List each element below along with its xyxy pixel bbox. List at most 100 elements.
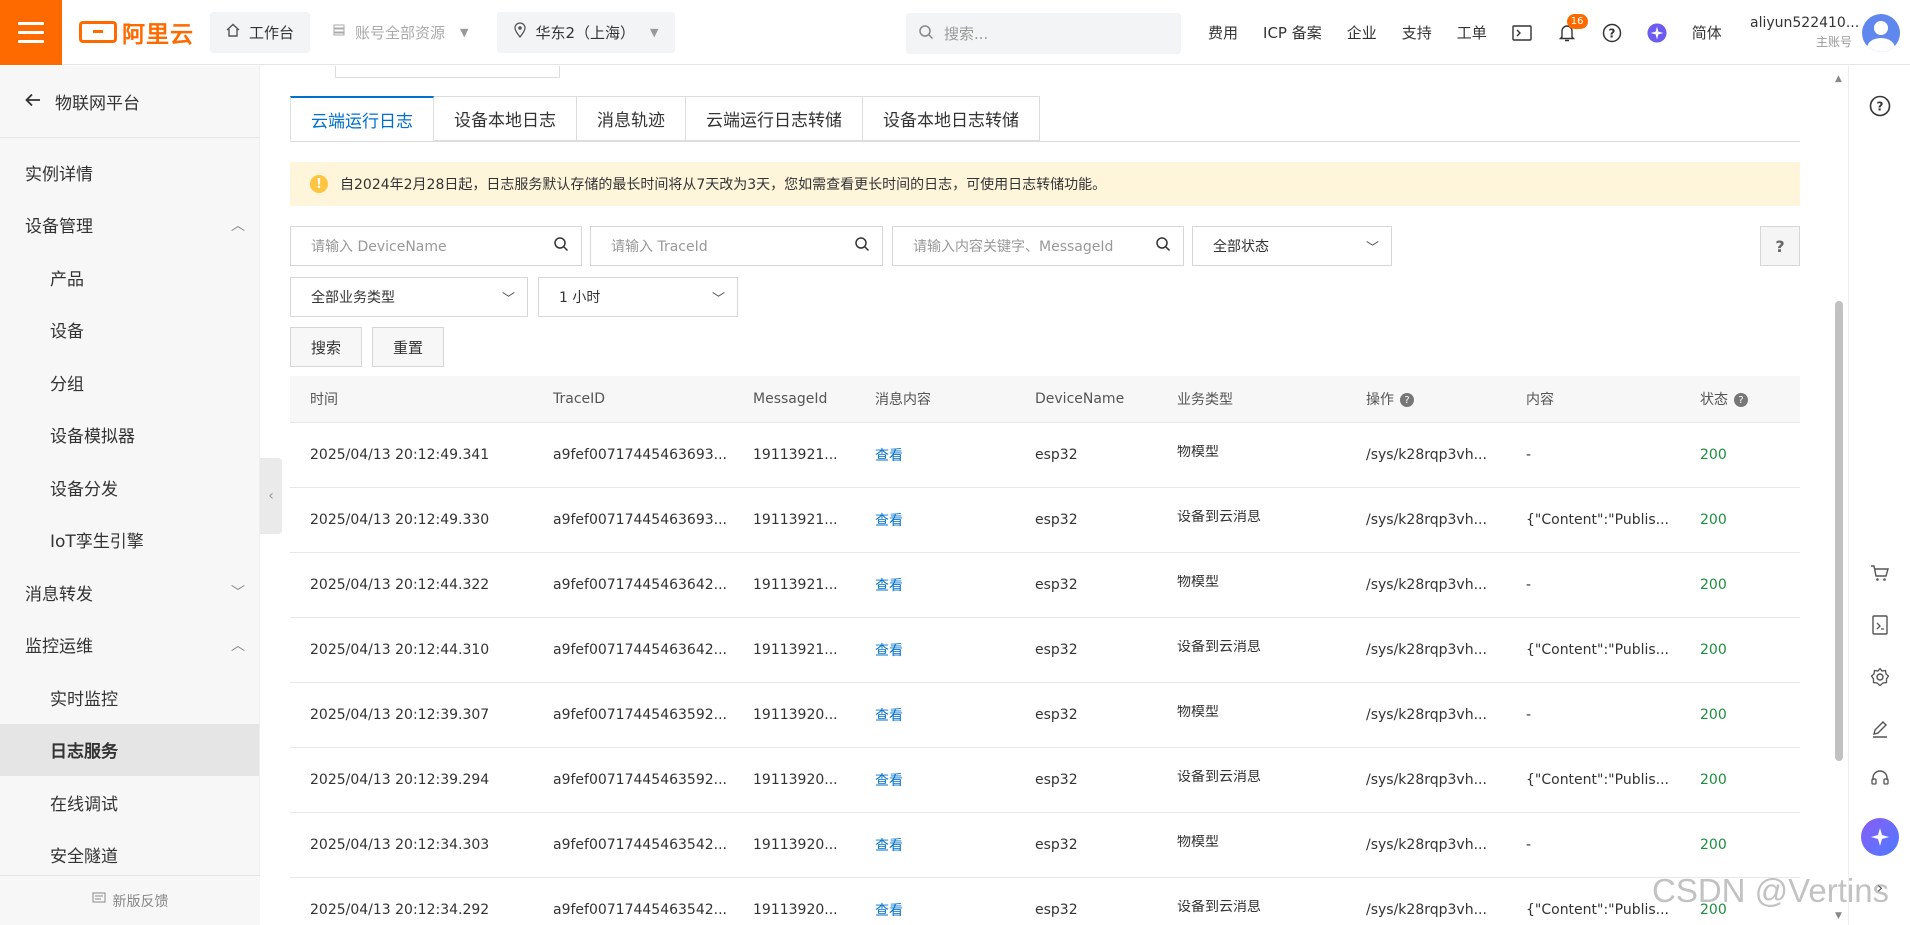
search-icon[interactable] bbox=[854, 236, 870, 256]
resources-dropdown[interactable]: 账号全部资源 ▼ bbox=[316, 11, 485, 53]
sidebar-item-log-service[interactable]: 日志服务 bbox=[0, 723, 259, 776]
bell-icon[interactable]: 16 bbox=[1557, 13, 1588, 43]
cell-operation: /sys/k28rqp3vh... bbox=[1346, 512, 1506, 528]
cell-view-link-text[interactable]: 查看 bbox=[875, 838, 903, 854]
cell-operation-text: /sys/k28rqp3vh... bbox=[1366, 772, 1487, 788]
time-range-select[interactable]: 1 小时 ﹀ bbox=[538, 277, 738, 317]
cell-trace-id-text: a9fef00717445463592... bbox=[553, 772, 728, 788]
status-select[interactable]: 全部状态 ﹀ bbox=[1192, 226, 1392, 266]
sidebar-item-products[interactable]: 产品 bbox=[0, 251, 259, 304]
sidebar-item-iot-twin[interactable]: IoT孪生引擎 bbox=[0, 514, 259, 567]
scroll-down-icon[interactable]: ▼ bbox=[1835, 911, 1842, 921]
cell-view-link[interactable]: 查看 bbox=[855, 575, 1015, 595]
sidebar-item-label: 设备模拟器 bbox=[50, 427, 135, 448]
link-billing[interactable]: 费用 bbox=[1208, 22, 1238, 43]
terminal-icon[interactable] bbox=[1512, 23, 1532, 43]
device-name-input[interactable]: 请输入 DeviceName bbox=[290, 226, 582, 266]
tab-cloud-log-dump[interactable]: 云端运行日志转储 bbox=[686, 96, 863, 141]
language-switch[interactable]: 简体 bbox=[1692, 22, 1722, 43]
tab-device-log-dump[interactable]: 设备本地日志转储 bbox=[863, 96, 1040, 141]
workbench-button[interactable]: 工作台 bbox=[210, 11, 311, 53]
cell-view-link-text[interactable]: 查看 bbox=[875, 513, 903, 529]
cell-view-link[interactable]: 查看 bbox=[855, 510, 1015, 530]
cart-icon[interactable] bbox=[1867, 560, 1893, 586]
help-icon[interactable]: ? bbox=[1734, 393, 1748, 407]
tab-cloud-logs[interactable]: 云端运行日志 bbox=[290, 96, 434, 141]
cell-view-link[interactable]: 查看 bbox=[855, 900, 1015, 920]
ai-assistant-icon[interactable] bbox=[1647, 22, 1667, 43]
cell-status: 200 bbox=[1680, 772, 1800, 788]
search-button[interactable]: 搜索 bbox=[290, 327, 362, 367]
sidebar-item-device-distribution[interactable]: 设备分发 bbox=[0, 461, 259, 514]
cell-status: 200 bbox=[1680, 837, 1800, 853]
region-dropdown[interactable]: 华东2（上海） ▼ bbox=[496, 11, 675, 53]
page-scrollbar[interactable]: ▲ ▼ bbox=[1832, 66, 1846, 925]
help-icon[interactable]: ? bbox=[1867, 93, 1893, 119]
cell-view-link[interactable]: 查看 bbox=[855, 445, 1015, 465]
sidebar-item-devices[interactable]: 设备 bbox=[0, 304, 259, 357]
sidebar-group-message-forwarding[interactable]: 消息转发 ﹀ bbox=[0, 566, 259, 619]
feedback-button[interactable]: 新版反馈 bbox=[0, 875, 260, 925]
help-icon[interactable]: ? bbox=[1400, 393, 1414, 407]
link-enterprise[interactable]: 企业 bbox=[1347, 22, 1377, 43]
cell-time-text: 2025/04/13 20:12:49.341 bbox=[310, 447, 490, 463]
cell-view-link-text[interactable]: 查看 bbox=[875, 773, 903, 789]
cell-time: 2025/04/13 20:12:49.330 bbox=[290, 512, 533, 528]
avatar[interactable] bbox=[1862, 14, 1900, 52]
cell-trace-id: a9fef00717445463693... bbox=[533, 512, 733, 528]
sidebar-item-instance-details[interactable]: 实例详情 bbox=[0, 146, 259, 199]
sidebar-item-realtime-monitor[interactable]: 实时监控 bbox=[0, 671, 259, 724]
cell-operation-text: /sys/k28rqp3vh... bbox=[1366, 902, 1487, 918]
aliyun-logo[interactable]: 阿里云 bbox=[79, 15, 204, 49]
customer-service-icon[interactable] bbox=[1867, 766, 1893, 792]
document-icon[interactable] bbox=[1867, 612, 1893, 638]
sidebar-group-monitoring[interactable]: 监控运维 ︿ bbox=[0, 619, 259, 672]
sidebar-item-groups[interactable]: 分组 bbox=[0, 356, 259, 409]
sidebar-group-device-management[interactable]: 设备管理 ︿ bbox=[0, 199, 259, 252]
time-range-value: 1 小时 bbox=[559, 290, 601, 306]
scrollbar-thumb[interactable] bbox=[1835, 301, 1843, 761]
cell-view-link[interactable]: 查看 bbox=[855, 705, 1015, 725]
cell-view-link-text[interactable]: 查看 bbox=[875, 578, 903, 594]
reset-button[interactable]: 重置 bbox=[372, 327, 444, 367]
sidebar-item-label: 安全隧道 bbox=[50, 847, 118, 868]
cell-view-link[interactable]: 查看 bbox=[855, 770, 1015, 790]
ai-assistant-icon[interactable] bbox=[1861, 818, 1899, 856]
cell-view-link-text[interactable]: 查看 bbox=[875, 448, 903, 464]
sidebar-item-online-debug[interactable]: 在线调试 bbox=[0, 776, 259, 829]
cell-business-type: 物模型 bbox=[1157, 575, 1346, 595]
tab-device-local-logs[interactable]: 设备本地日志 bbox=[434, 96, 577, 141]
global-search-input[interactable]: 搜索... bbox=[906, 13, 1181, 54]
help-icon[interactable]: ? bbox=[1602, 23, 1622, 43]
sidebar-item-device-simulator[interactable]: 设备模拟器 bbox=[0, 409, 259, 462]
sidebar-collapse-handle[interactable]: ‹ bbox=[260, 458, 282, 534]
col-message-content: 消息内容 bbox=[875, 392, 931, 408]
cell-content-text: {"Content":"Publis... bbox=[1526, 642, 1670, 658]
help-button[interactable]: ? bbox=[1760, 226, 1800, 266]
search-icon[interactable] bbox=[1155, 236, 1171, 256]
gear-icon[interactable] bbox=[1867, 664, 1893, 690]
sidebar-item-secure-tunnel[interactable]: 安全隧道 bbox=[0, 829, 259, 882]
cell-view-link[interactable]: 查看 bbox=[855, 835, 1015, 855]
search-icon[interactable] bbox=[553, 236, 569, 256]
sidebar-back-link[interactable]: 物联网平台 bbox=[0, 66, 259, 138]
cell-view-link[interactable]: 查看 bbox=[855, 640, 1015, 660]
link-ticket[interactable]: 工单 bbox=[1457, 22, 1487, 43]
cell-view-link-text[interactable]: 查看 bbox=[875, 643, 903, 659]
link-icp[interactable]: ICP 备案 bbox=[1263, 22, 1322, 43]
cell-view-link-text[interactable]: 查看 bbox=[875, 903, 903, 919]
menu-icon[interactable] bbox=[0, 0, 62, 65]
content-keyword-input[interactable]: 请输入内容关键字、MessageId bbox=[892, 226, 1184, 266]
link-support[interactable]: 支持 bbox=[1402, 22, 1432, 43]
business-type-select[interactable]: 全部业务类型 ﹀ bbox=[290, 277, 528, 317]
col-status-label: 状态 bbox=[1700, 392, 1728, 408]
edit-icon[interactable] bbox=[1867, 716, 1893, 742]
account-menu[interactable]: aliyun522410... 主账号 bbox=[1750, 14, 1859, 52]
cell-message-id: 19113920... bbox=[733, 902, 855, 918]
scroll-up-icon[interactable]: ▲ bbox=[1835, 74, 1842, 84]
trace-id-input[interactable]: 请输入 TraceId bbox=[590, 226, 883, 266]
cell-view-link-text[interactable]: 查看 bbox=[875, 708, 903, 724]
cell-content-text: - bbox=[1526, 447, 1532, 463]
cell-device-name: esp32 bbox=[1015, 707, 1157, 723]
tab-message-trace[interactable]: 消息轨迹 bbox=[577, 96, 686, 141]
